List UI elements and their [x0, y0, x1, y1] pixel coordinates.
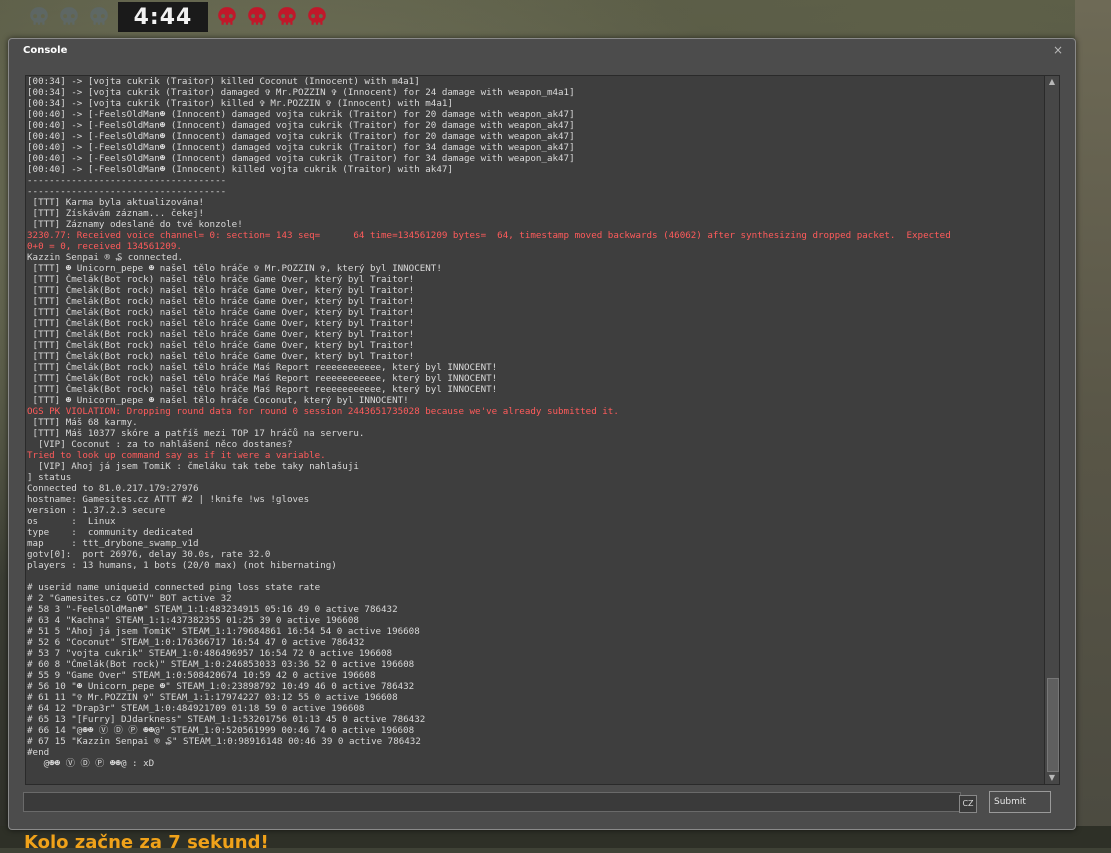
- console-line: # 63 4 "Kachna" STEAM_1:1:437382355 01:2…: [27, 615, 359, 626]
- console-line: [TTT] Získávám záznam... čekej!: [27, 208, 205, 219]
- hud-bar: 4:44: [28, 2, 336, 32]
- console-line: [TTT] Záznamy odeslané do tvé konzole!: [27, 219, 243, 230]
- console-line: map : ttt_drybone_swamp_v1d: [27, 538, 199, 549]
- console-titlebar[interactable]: Console ×: [9, 39, 1075, 63]
- console-line: [00:34] -> [vojta cukrik (Traitor) kille…: [27, 76, 420, 87]
- skull-icon: [30, 7, 48, 25]
- console-line: [TTT] Čmelák(Bot rock) našel tělo hráče …: [27, 285, 415, 296]
- console-line: # 64 12 "Drap3r" STEAM_1:0:484921709 01:…: [27, 703, 365, 714]
- console-command-input[interactable]: [23, 792, 961, 812]
- console-line: [TTT] Čmelák(Bot rock) našel tělo hráče …: [27, 296, 415, 307]
- console-line: ------------------------------------: [27, 186, 227, 197]
- console-line: gotv[0]: port 26976, delay 30.0s, rate 3…: [27, 549, 271, 560]
- console-line: [00:40] -> [-FeelsOldMan☻ (Innocent) dam…: [27, 131, 575, 142]
- skull-icon: [60, 7, 78, 25]
- console-line: OGS PK VIOLATION: Dropping round data fo…: [27, 406, 619, 417]
- console-line: [TTT] Máš 10377 skóre a patříš mezi TOP …: [27, 428, 365, 439]
- round-start-message: Kolo začne za 7 sekund!: [24, 832, 269, 853]
- console-line: # 67 15 "Kazzin Senpai ® ₷" STEAM_1:0:98…: [27, 736, 421, 747]
- console-line: [TTT] Čmelák(Bot rock) našel tělo hráče …: [27, 318, 415, 329]
- console-line: # 51 5 "Ahoj já jsem TomiK" STEAM_1:1:79…: [27, 626, 420, 637]
- console-line: [TTT] Čmelák(Bot rock) našel tělo hráče …: [27, 340, 415, 351]
- console-line: # 2 "Gamesites.cz GOTV" BOT active 32: [27, 593, 232, 604]
- console-line: Connected to 81.0.217.179:27976: [27, 483, 199, 494]
- console-line: [00:40] -> [-FeelsOldMan☻ (Innocent) dam…: [27, 153, 575, 164]
- scroll-down-arrow-icon[interactable]: ▼: [1045, 772, 1059, 784]
- scroll-up-arrow-icon[interactable]: ▲: [1045, 76, 1059, 88]
- console-line: # 52 6 "Coconut" STEAM_1:0:176366717 16:…: [27, 637, 365, 648]
- console-input-row: CZ Submit: [23, 790, 1053, 814]
- console-line: [TTT] Čmelák(Bot rock) našel tělo hráče …: [27, 307, 415, 318]
- game-background-right: [1075, 0, 1111, 848]
- console-line: [00:40] -> [-FeelsOldMan☻ (Innocent) dam…: [27, 142, 575, 153]
- console-line: type : community dedicated: [27, 527, 193, 538]
- console-line: [00:34] -> [vojta cukrik (Traitor) kille…: [27, 98, 453, 109]
- console-line: [TTT] Čmelák(Bot rock) našel tělo hráče …: [27, 362, 498, 373]
- scroll-track[interactable]: [1046, 88, 1059, 772]
- console-line: # 58 3 "-FeelsOldMan☻" STEAM_1:1:4832349…: [27, 604, 398, 615]
- close-icon[interactable]: ×: [1051, 43, 1065, 57]
- console-line: [VIP] Ahoj já jsem TomiK : čmeláku tak t…: [27, 461, 359, 472]
- console-line: @☻☻ Ⓥ Ⓓ Ⓟ ☻☻@ : xD: [27, 758, 155, 769]
- console-line: # 56 10 "☻ Unicorn_pepe ☻" STEAM_1:0:238…: [27, 681, 415, 692]
- console-line: #end: [27, 747, 50, 758]
- console-line: # 53 7 "vojta cukrik" STEAM_1:0:48649695…: [27, 648, 393, 659]
- console-line: # 61 11 "✞ Mr.POZZIN ✞" STEAM_1:1:179742…: [27, 692, 398, 703]
- console-line: 3230.77: Received voice channel= 0: sect…: [27, 230, 951, 241]
- console-line: [TTT] ☻ Unicorn_pepe ☻ našel tělo hráče …: [27, 395, 409, 406]
- console-line: [00:40] -> [-FeelsOldMan☻ (Innocent) dam…: [27, 109, 575, 120]
- console-line: [TTT] Máš 68 karmy.: [27, 417, 138, 428]
- console-line: [00:34] -> [vojta cukrik (Traitor) damag…: [27, 87, 575, 98]
- scroll-thumb[interactable]: [1047, 678, 1059, 772]
- console-line: version : 1.37.2.3 secure: [27, 505, 166, 516]
- console-line: hostname: Gamesites.cz ATTT #2 | !knife …: [27, 494, 310, 505]
- console-line: [VIP] Coconut : za to nahlášení něco dos…: [27, 439, 293, 450]
- console-line: [TTT] Čmelák(Bot rock) našel tělo hráče …: [27, 373, 498, 384]
- console-line: players : 13 humans, 1 bots (20/0 max) (…: [27, 560, 337, 571]
- round-timer: 4:44: [118, 2, 208, 32]
- console-line: ] status: [27, 472, 72, 483]
- console-line: Kazzin Senpai ® ₷ connected.: [27, 252, 184, 263]
- console-scrollbar[interactable]: ▲ ▼: [1044, 75, 1060, 785]
- console-title: Console: [23, 45, 68, 56]
- console-line: # 65 13 "[Furry] DJdarkness" STEAM_1:1:5…: [27, 714, 426, 725]
- skull-icon: [308, 7, 326, 25]
- console-line: # 60 8 "Čmelák(Bot rock)" STEAM_1:0:2468…: [27, 659, 415, 670]
- console-line: Tried to look up command say as if it we…: [27, 450, 326, 461]
- skull-icon: [218, 7, 236, 25]
- submit-button[interactable]: Submit: [989, 791, 1051, 813]
- console-line: [TTT] ☻ Unicorn_pepe ☻ našel tělo hráče …: [27, 263, 442, 274]
- language-indicator: CZ: [959, 795, 977, 813]
- console-line: # 55 9 "Game Over" STEAM_1:0:508420674 1…: [27, 670, 376, 681]
- console-line: # userid name uniqueid connected ping lo…: [27, 582, 321, 593]
- console-window[interactable]: Console × [00:34] -> [vojta cukrik (Trai…: [8, 38, 1076, 830]
- console-line: # 66 14 "@☻☻ Ⓥ Ⓓ Ⓟ ☻☻@" STEAM_1:0:520561…: [27, 725, 415, 736]
- skull-icon: [278, 7, 296, 25]
- console-line: [TTT] Čmelák(Bot rock) našel tělo hráče …: [27, 329, 415, 340]
- console-line: 0+0 = 0, received 134561209.: [27, 241, 182, 252]
- console-line: [TTT] Čmelák(Bot rock) našel tělo hráče …: [27, 274, 415, 285]
- skull-icon: [90, 7, 108, 25]
- console-lines: [00:34] -> [vojta cukrik (Traitor) kille…: [26, 76, 1044, 769]
- console-line: [TTT] Čmelák(Bot rock) našel tělo hráče …: [27, 384, 498, 395]
- console-line: ------------------------------------: [27, 175, 227, 186]
- console-line: [00:40] -> [-FeelsOldMan☻ (Innocent) kil…: [27, 164, 453, 175]
- console-line: [00:40] -> [-FeelsOldMan☻ (Innocent) dam…: [27, 120, 575, 131]
- console-output[interactable]: [00:34] -> [vojta cukrik (Traitor) kille…: [25, 75, 1045, 785]
- console-line: [TTT] Čmelák(Bot rock) našel tělo hráče …: [27, 351, 415, 362]
- console-line: os : Linux: [27, 516, 116, 527]
- skull-icon: [248, 7, 266, 25]
- console-line: [TTT] Karma byla aktualizována!: [27, 197, 205, 208]
